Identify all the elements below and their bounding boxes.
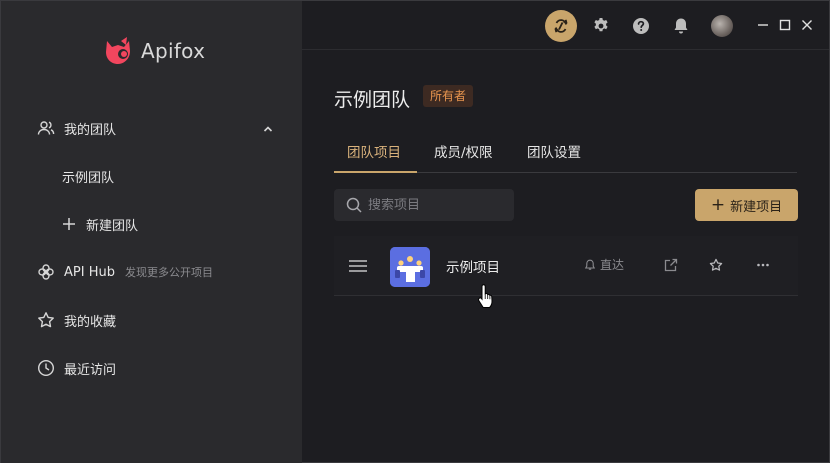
clock-icon — [37, 359, 55, 377]
sidebar-item-api-hub[interactable]: API Hub 发现更多公开项目 — [37, 260, 213, 284]
hub-icon — [38, 264, 54, 280]
star-icon — [38, 312, 54, 328]
top-bar — [302, 1, 829, 50]
users-icon — [37, 121, 55, 135]
page-title: 示例团队 — [334, 89, 411, 111]
direct-link[interactable]: 直达 — [584, 256, 624, 273]
user-avatar-button[interactable] — [706, 10, 738, 42]
more-options-button[interactable] — [755, 257, 771, 273]
sidebar-item-favorites[interactable]: 我的收藏 — [37, 308, 116, 332]
tab-members-permissions[interactable]: 成员/权限 — [434, 141, 493, 161]
app-name: Apifox — [141, 39, 206, 63]
sidebar: Apifox 我的团队 示例团队 新建团队 API Hub 发现更多公开项目 我… — [1, 1, 302, 463]
sidebar-item-label: API Hub — [64, 264, 115, 280]
sidebar-item-label: 最近访问 — [64, 362, 117, 378]
direct-label: 直达 — [600, 258, 625, 272]
project-row[interactable]: 示例项目 直达 — [334, 236, 798, 296]
apifox-logo: Apifox — [101, 35, 205, 67]
sidebar-item-example-team[interactable]: 示例团队 — [62, 164, 114, 188]
minimize-icon — [758, 24, 768, 26]
favorite-button[interactable] — [708, 257, 724, 273]
sidebar-item-label: 示例团队 — [62, 170, 115, 186]
project-name[interactable]: 示例项目 — [446, 256, 500, 276]
close-icon — [802, 20, 812, 30]
plus-icon — [63, 218, 75, 230]
help-icon — [633, 18, 649, 34]
more-icon — [757, 263, 769, 267]
star-icon — [709, 258, 723, 271]
maximize-icon — [779, 19, 791, 31]
search-input[interactable] — [368, 197, 508, 213]
new-project-label: 新建项目 — [730, 199, 783, 215]
app-window: Apifox 我的团队 示例团队 新建团队 API Hub 发现更多公开项目 我… — [0, 0, 830, 463]
gear-icon — [594, 18, 608, 32]
drag-handle-icon[interactable] — [348, 259, 368, 273]
settings-button[interactable] — [585, 10, 617, 42]
tab-team-settings[interactable]: 团队设置 — [527, 141, 581, 161]
open-new-window-button[interactable] — [663, 257, 679, 273]
sidebar-item-label: 我的收藏 — [64, 314, 117, 330]
help-button[interactable] — [625, 10, 657, 42]
notifications-button[interactable] — [665, 10, 697, 42]
bell-icon — [674, 18, 688, 34]
close-button[interactable] — [799, 17, 815, 33]
sidebar-item-label: 新建团队 — [86, 218, 139, 234]
sidebar-item-my-team[interactable]: 我的团队 — [37, 116, 116, 140]
chevron-up-icon[interactable] — [262, 123, 274, 135]
bell-icon — [584, 259, 596, 270]
project-avatar-icon — [390, 247, 430, 287]
sidebar-item-recent[interactable]: 最近访问 — [37, 356, 116, 380]
tab-team-projects[interactable]: 团队项目 — [347, 141, 401, 161]
minimize-button[interactable] — [755, 17, 771, 33]
apifox-logo-icon — [106, 37, 130, 64]
hand-cursor-icon — [478, 284, 493, 308]
active-tab-indicator — [334, 171, 417, 173]
owner-badge: 所有者 — [423, 85, 474, 107]
search-icon — [346, 197, 362, 213]
avatar — [711, 15, 733, 37]
api-hub-hint: 发现更多公开项目 — [124, 266, 213, 279]
new-project-button[interactable]: + 新建项目 — [695, 189, 798, 221]
sync-button[interactable] — [545, 10, 577, 42]
sidebar-item-label: 我的团队 — [64, 122, 117, 138]
external-link-icon — [664, 258, 678, 272]
search-box[interactable] — [334, 189, 514, 221]
plus-icon: + — [710, 194, 726, 215]
maximize-button[interactable] — [777, 17, 793, 33]
sidebar-item-new-team[interactable]: 新建团队 — [62, 212, 138, 236]
tab-bar: 团队项目 成员/权限 团队设置 — [334, 129, 797, 173]
sync-icon — [554, 19, 568, 33]
